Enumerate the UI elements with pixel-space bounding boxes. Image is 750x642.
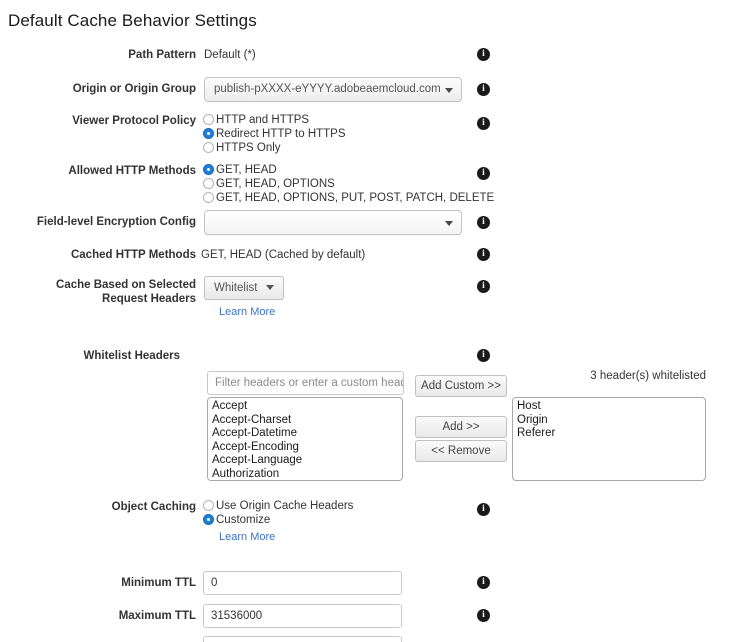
header-filter-input[interactable]: Filter headers or enter a custom header: [207, 371, 404, 395]
radio-option-use-origin-cache-headers[interactable]: Use Origin Cache Headers: [203, 499, 353, 512]
origin-or-origin-group-value: publish-pXXXX-eYYYY.adobeaemcloud.com: [214, 83, 441, 95]
list-item[interactable]: Host: [513, 400, 705, 414]
info-icon[interactable]: i: [477, 117, 490, 130]
radio-indicator: [203, 500, 214, 511]
origin-or-origin-group-label: Origin or Origin Group: [72, 83, 196, 95]
page-title: Default Cache Behavior Settings: [8, 11, 257, 30]
object-caching-label: Object Caching: [111, 501, 196, 513]
cache-headers-mode-value: Whitelist: [214, 282, 258, 294]
maximum-ttl-input[interactable]: 31536000: [203, 604, 402, 628]
path-pattern-value: Default (*): [204, 49, 256, 61]
chevron-down-icon: [445, 87, 453, 93]
radio-label: HTTPS Only: [216, 141, 281, 154]
cache-based-on-selected-request-headers-label: Cache Based on Selected Request Headers: [0, 278, 196, 306]
viewer-protocol-policy-radio-group: HTTP and HTTPS Redirect HTTP to HTTPS HT…: [203, 113, 346, 155]
remove-header-button[interactable]: << Remove: [415, 440, 507, 462]
radio-label: GET, HEAD, OPTIONS, PUT, POST, PATCH, DE…: [216, 191, 495, 204]
radio-option-http-and-https[interactable]: HTTP and HTTPS: [203, 113, 346, 126]
label-line-2: Request Headers: [102, 293, 196, 305]
viewer-protocol-policy-label: Viewer Protocol Policy: [72, 115, 196, 127]
list-item[interactable]: Referer: [513, 427, 705, 441]
add-custom-button[interactable]: Add Custom >>: [415, 375, 507, 397]
radio-indicator: [203, 514, 214, 525]
minimum-ttl-label: Minimum TTL: [121, 577, 196, 589]
radio-option-customize[interactable]: Customize: [203, 513, 353, 526]
radio-label: HTTP and HTTPS: [216, 113, 310, 126]
field-level-encryption-config-label: Field-level Encryption Config: [36, 216, 196, 228]
cached-http-methods-value: GET, HEAD (Cached by default): [201, 249, 366, 261]
info-icon[interactable]: i: [477, 48, 490, 61]
list-item[interactable]: Origin: [513, 414, 705, 428]
list-item[interactable]: Accept-Language: [208, 454, 402, 468]
add-header-button[interactable]: Add >>: [415, 416, 507, 438]
info-icon[interactable]: i: [477, 216, 490, 229]
chevron-down-icon: [445, 220, 453, 226]
list-item[interactable]: Accept-Charset: [208, 414, 402, 428]
allowed-http-methods-label: Allowed HTTP Methods: [68, 165, 196, 177]
radio-label: Customize: [216, 513, 271, 526]
radio-option-https-only[interactable]: HTTPS Only: [203, 141, 346, 154]
radio-label: Redirect HTTP to HTTPS: [216, 127, 346, 140]
field-level-encryption-config-select[interactable]: [204, 210, 462, 235]
allowed-http-methods-radio-group: GET, HEAD GET, HEAD, OPTIONS GET, HEAD, …: [203, 163, 494, 205]
cache-headers-mode-button[interactable]: Whitelist: [204, 276, 284, 300]
radio-indicator: [203, 114, 214, 125]
info-icon[interactable]: i: [477, 503, 490, 516]
radio-label: Use Origin Cache Headers: [216, 499, 354, 512]
radio-indicator: [203, 142, 214, 153]
whitelisted-headers-listbox[interactable]: Host Origin Referer: [512, 397, 706, 481]
origin-or-origin-group-select[interactable]: publish-pXXXX-eYYYY.adobeaemcloud.com: [204, 77, 462, 102]
info-icon[interactable]: i: [477, 280, 490, 293]
info-icon[interactable]: i: [477, 609, 490, 622]
header-filter-placeholder: Filter headers or enter a custom header: [215, 377, 404, 389]
learn-more-link-cache-headers[interactable]: Learn More: [219, 306, 275, 318]
radio-indicator: [203, 178, 214, 189]
radio-option-get-head[interactable]: GET, HEAD: [203, 163, 494, 176]
chevron-down-icon: [265, 285, 274, 291]
path-pattern-label: Path Pattern: [128, 49, 196, 61]
label-line-1: Cache Based on Selected: [56, 279, 196, 291]
list-item[interactable]: Authorization: [208, 468, 402, 480]
cached-http-methods-label: Cached HTTP Methods: [70, 249, 196, 261]
radio-option-redirect-http-to-https[interactable]: Redirect HTTP to HTTPS: [203, 127, 346, 140]
info-icon[interactable]: i: [477, 167, 490, 180]
maximum-ttl-label: Maximum TTL: [118, 610, 196, 622]
learn-more-link-object-caching[interactable]: Learn More: [219, 531, 275, 543]
radio-label: GET, HEAD: [216, 163, 277, 176]
radio-label: GET, HEAD, OPTIONS: [216, 177, 335, 190]
list-item[interactable]: Accept-Encoding: [208, 441, 402, 455]
whitelisted-counter: 3 header(s) whitelisted: [590, 370, 706, 382]
radio-indicator: [203, 128, 214, 139]
list-item[interactable]: Accept-Datetime: [208, 427, 402, 441]
available-headers-listbox[interactable]: Accept Accept-Charset Accept-Datetime Ac…: [207, 397, 403, 481]
list-item[interactable]: Accept: [208, 400, 402, 414]
object-caching-radio-group: Use Origin Cache Headers Customize: [203, 499, 353, 527]
whitelist-headers-label: Whitelist Headers: [83, 350, 181, 362]
radio-indicator: [203, 164, 214, 175]
info-icon[interactable]: i: [477, 83, 490, 96]
info-icon[interactable]: i: [477, 248, 490, 261]
radio-indicator: [203, 192, 214, 203]
info-icon[interactable]: i: [477, 576, 490, 589]
minimum-ttl-input[interactable]: 0: [203, 571, 402, 595]
info-icon[interactable]: i: [477, 349, 490, 362]
next-ttl-input-partial[interactable]: [203, 636, 402, 642]
radio-option-get-head-options-put-post-patch-delete[interactable]: GET, HEAD, OPTIONS, PUT, POST, PATCH, DE…: [203, 191, 494, 204]
radio-option-get-head-options[interactable]: GET, HEAD, OPTIONS: [203, 177, 494, 190]
